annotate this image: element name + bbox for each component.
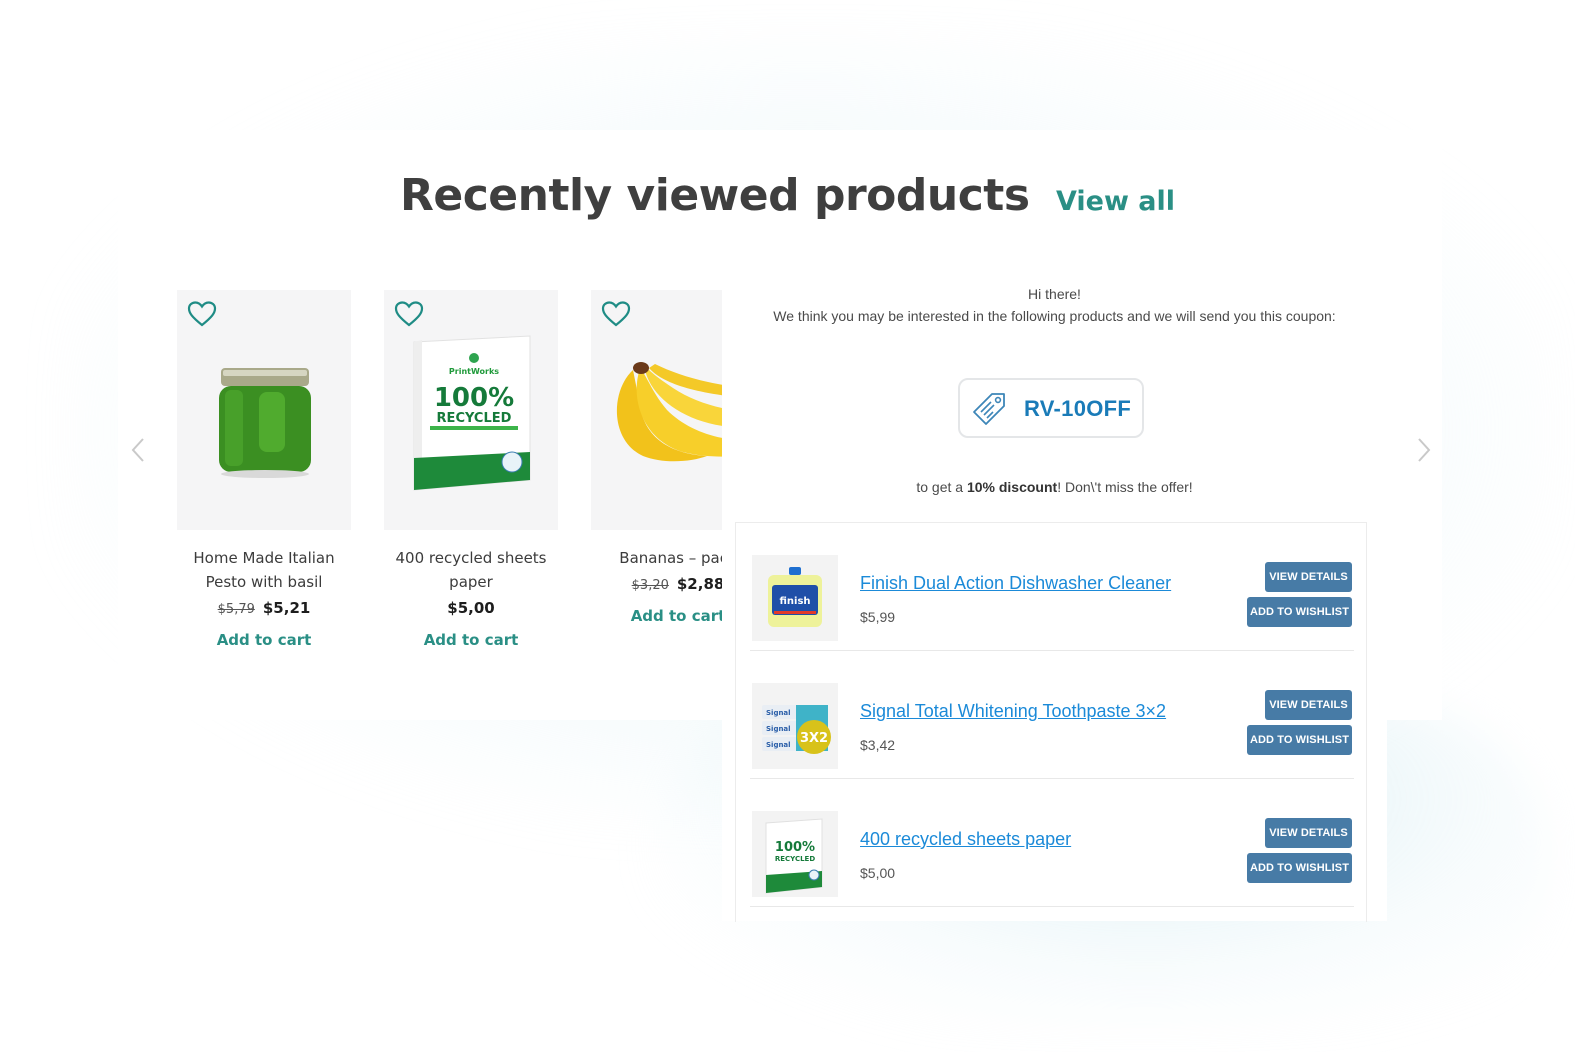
product-card: Bananas – pack $3,20 $2,88 Add to cart [591, 290, 722, 626]
add-to-wishlist-button[interactable]: ADD TO WISHLIST [1247, 725, 1352, 755]
heart-icon[interactable] [601, 300, 631, 328]
carousel-next-button[interactable] [1408, 432, 1438, 468]
carousel-prev-button[interactable] [124, 432, 154, 468]
recommended-products-list: finish Finish Dual Action Dishwasher Cle… [735, 522, 1367, 922]
heart-icon[interactable] [394, 300, 424, 328]
section-title: Recently viewed products [399, 170, 1030, 221]
discount-message: to get a 10% discount! Don\'t miss the o… [722, 479, 1387, 495]
price-sale: $5,21 [262, 599, 311, 617]
dishwasher-cleaner-image: finish [768, 567, 822, 627]
view-details-button[interactable]: VIEW DETAILS [1265, 818, 1352, 848]
list-item: Signal Signal Signal 3X2 Signal Total Wh… [750, 651, 1354, 779]
price-sale: $2,88 [676, 575, 722, 593]
product-card: Home Made Italian Pesto with basil $5,79… [177, 290, 351, 650]
product-thumbnail[interactable]: finish [752, 555, 838, 641]
price-sale: $5,00 [447, 599, 495, 617]
svg-text:100%: 100% [775, 840, 815, 855]
price-original: $5,79 [217, 602, 255, 617]
tag-icon [973, 393, 1005, 425]
view-details-button[interactable]: VIEW DETAILS [1265, 690, 1352, 720]
paper-ream-image: PrintWorks 100% RECYCLED [413, 335, 531, 491]
svg-text:3X2: 3X2 [800, 731, 828, 746]
add-to-cart-button[interactable]: Add to cart [217, 631, 312, 649]
svg-text:Signal: Signal [766, 741, 791, 749]
view-all-link[interactable]: View all [1056, 186, 1175, 217]
section-header: Recently viewed products View all [0, 170, 1575, 221]
product-image-paper[interactable]: PrintWorks 100% RECYCLED [384, 290, 558, 530]
list-item: finish Finish Dual Action Dishwasher Cle… [750, 523, 1354, 651]
chevron-left-icon [131, 438, 144, 462]
bananas-image [616, 362, 722, 462]
price-original: $3,20 [631, 578, 669, 593]
product-thumbnail[interactable]: 100% RECYCLED [752, 811, 838, 897]
product-card: PrintWorks 100% RECYCLED 400 recycled sh… [384, 290, 558, 650]
coupon-box[interactable]: RV-10OFF [958, 378, 1144, 438]
product-thumbnail[interactable]: Signal Signal Signal 3X2 [752, 683, 838, 769]
product-price: $3,20 $2,88 [591, 574, 722, 593]
product-image-pesto[interactable] [177, 290, 351, 530]
add-to-wishlist-button[interactable]: ADD TO WISHLIST [1247, 597, 1352, 627]
discount-prefix: to get a [916, 479, 967, 495]
list-item: 100% RECYCLED 400 recycled sheets paper … [750, 779, 1354, 907]
chevron-right-icon [1418, 438, 1431, 462]
svg-text:PrintWorks: PrintWorks [449, 367, 499, 376]
coupon-code: RV-10OFF [1024, 396, 1132, 421]
coupon-email-preview: Hi there! We think you may be interested… [722, 275, 1387, 922]
discount-suffix: ! Don\'t miss the offer! [1057, 479, 1193, 495]
product-name[interactable]: 400 recycled sheets paper [384, 546, 558, 594]
svg-text:Signal: Signal [766, 725, 791, 733]
add-to-cart-button[interactable]: Add to cart [631, 607, 722, 625]
email-intro: We think you may be interested in the fo… [773, 308, 1336, 324]
paper-ream-thumb-image: 100% RECYCLED [765, 818, 823, 894]
product-carousel: Home Made Italian Pesto with basil $5,79… [170, 285, 722, 685]
email-greeting: Hi there! [1028, 286, 1081, 302]
add-to-wishlist-button[interactable]: ADD TO WISHLIST [1247, 853, 1352, 883]
toothpaste-image: Signal Signal Signal 3X2 [762, 705, 831, 754]
svg-text:RECYCLED: RECYCLED [437, 411, 512, 426]
product-name[interactable]: Bananas – pack [591, 546, 722, 570]
svg-text:Signal: Signal [766, 709, 791, 717]
product-price: $5,99 [860, 609, 896, 625]
svg-text:100%: 100% [434, 383, 514, 413]
product-link[interactable]: 400 recycled sheets paper [860, 829, 1071, 850]
discount-amount: 10% discount [966, 479, 1058, 495]
product-link[interactable]: Signal Total Whitening Toothpaste 3×2 [860, 701, 1166, 722]
add-to-cart-button[interactable]: Add to cart [424, 631, 519, 649]
product-link[interactable]: Finish Dual Action Dishwasher Cleaner [860, 573, 1171, 594]
product-price: $5,00 [860, 865, 896, 881]
product-image-bananas[interactable] [591, 290, 722, 530]
heart-icon[interactable] [187, 300, 217, 328]
email-greeting-block: Hi there! We think you may be interested… [722, 283, 1387, 327]
product-name[interactable]: Home Made Italian Pesto with basil [177, 546, 351, 594]
product-price: $3,42 [860, 737, 896, 753]
pesto-jar-image [219, 368, 311, 478]
svg-text:finish: finish [779, 596, 810, 607]
svg-text:RECYCLED: RECYCLED [775, 855, 816, 863]
product-price: $5,00 [384, 598, 558, 617]
view-details-button[interactable]: VIEW DETAILS [1265, 562, 1352, 592]
product-price: $5,79 $5,21 [177, 598, 351, 617]
